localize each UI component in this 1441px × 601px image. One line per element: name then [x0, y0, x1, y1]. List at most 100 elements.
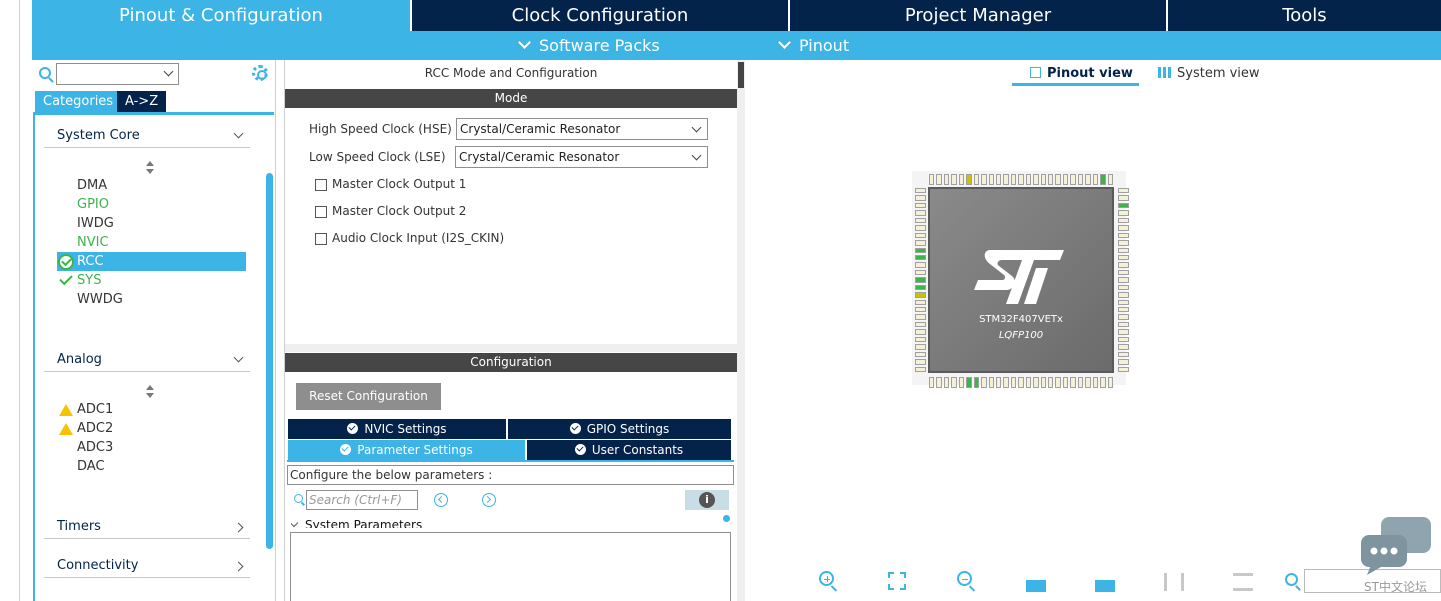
chip-pin[interactable]: [915, 210, 926, 216]
chip-pin[interactable]: [1040, 377, 1047, 388]
chip-pin[interactable]: [958, 377, 965, 388]
chip-pin[interactable]: [915, 351, 926, 358]
tab-system-view[interactable]: System view: [1158, 66, 1260, 86]
chip-pin[interactable]: [1107, 174, 1113, 185]
chip-pin[interactable]: [1118, 292, 1129, 298]
chip-pin[interactable]: [1048, 174, 1054, 185]
chip-pin[interactable]: [966, 377, 972, 388]
reset-configuration-button[interactable]: Reset Configuration: [296, 383, 441, 410]
chat-bubble-icon[interactable]: [1359, 515, 1433, 575]
zoom-in-icon[interactable]: [819, 571, 834, 586]
tab-a-z[interactable]: A->Z: [117, 91, 167, 112]
tab-nvic-settings[interactable]: NVIC Settings: [288, 419, 506, 439]
tab-gpio-settings[interactable]: GPIO Settings: [508, 419, 731, 439]
chip-pin[interactable]: [1118, 225, 1129, 231]
chip-pin[interactable]: [1055, 377, 1061, 388]
rotate-right-icon[interactable]: [1026, 580, 1046, 592]
chip-pin[interactable]: [1118, 262, 1129, 268]
chip-pin[interactable]: [1033, 174, 1039, 185]
sort-icon[interactable]: [145, 385, 155, 399]
group-timers[interactable]: Timers: [44, 517, 250, 539]
chip-pin[interactable]: [915, 284, 926, 291]
chip-pin[interactable]: [1085, 377, 1091, 388]
chip-pin[interactable]: [958, 174, 965, 185]
list-item-adc3[interactable]: ADC3: [77, 438, 113, 457]
list-item-adc2[interactable]: ADC2: [77, 419, 113, 438]
group-analog[interactable]: Analog: [44, 350, 250, 372]
gear-icon[interactable]: [252, 65, 268, 81]
list-item-wwdg[interactable]: WWDG: [77, 290, 123, 309]
chip-pin[interactable]: [1107, 377, 1113, 388]
chip-pin[interactable]: [1118, 217, 1129, 224]
chip-pin[interactable]: [1048, 377, 1054, 388]
chip-pin[interactable]: [915, 344, 926, 350]
chip-pin[interactable]: [915, 277, 926, 283]
chip-pin[interactable]: [1118, 307, 1129, 313]
chip-pin[interactable]: [1118, 210, 1129, 216]
previous-icon[interactable]: [434, 493, 448, 507]
chip-pin[interactable]: [915, 225, 926, 231]
chip-pin[interactable]: [1077, 377, 1084, 388]
chip-pin[interactable]: [1092, 174, 1099, 185]
chip-pin[interactable]: [915, 359, 926, 365]
list-item-sys[interactable]: SYS: [77, 271, 101, 290]
audio-clock-checkbox[interactable]: [315, 233, 327, 245]
chip-pin[interactable]: [973, 174, 980, 185]
chip-pin[interactable]: [943, 174, 950, 185]
chip-pin[interactable]: [915, 195, 926, 201]
chip-pin[interactable]: [988, 174, 994, 185]
chip-pin[interactable]: [936, 174, 942, 185]
sort-icon[interactable]: [145, 161, 155, 175]
tab-parameter-settings[interactable]: Parameter Settings: [288, 440, 525, 460]
chip-pin[interactable]: [995, 377, 1002, 388]
chip-pin[interactable]: [1118, 359, 1129, 365]
category-scrollbar[interactable]: [266, 173, 273, 549]
chip-pin[interactable]: [915, 314, 926, 320]
chip-pin[interactable]: [1003, 377, 1009, 388]
chip-pin[interactable]: [995, 174, 1002, 185]
chip-pin[interactable]: [936, 377, 942, 388]
list-item-dma[interactable]: DMA: [77, 176, 107, 195]
chip-pin[interactable]: [915, 292, 926, 298]
chip-pin[interactable]: [973, 377, 980, 388]
chip-pin[interactable]: [1010, 377, 1017, 388]
chip-pin[interactable]: [943, 377, 950, 388]
chip-pin[interactable]: [1118, 329, 1129, 335]
chip-pin[interactable]: [915, 240, 926, 246]
tab-project-manager[interactable]: Project Manager: [788, 0, 1166, 31]
chip-pin[interactable]: [1118, 247, 1129, 253]
chip-pin[interactable]: [1018, 377, 1024, 388]
chip-pin[interactable]: [1118, 284, 1129, 291]
chip-pin[interactable]: [951, 377, 957, 388]
chip-pin[interactable]: [915, 299, 926, 306]
software-packs-menu[interactable]: Software Packs: [518, 31, 660, 60]
chip-pin[interactable]: [915, 366, 926, 372]
mco1-checkbox[interactable]: [315, 179, 327, 191]
chip-pin[interactable]: [915, 232, 926, 239]
chip-pin[interactable]: [966, 174, 972, 185]
hse-select[interactable]: Crystal/Ceramic Resonator: [456, 118, 708, 140]
list-item-gpio[interactable]: GPIO: [77, 195, 109, 214]
chip-pin[interactable]: [981, 377, 987, 388]
chip-pin[interactable]: [988, 377, 994, 388]
chip-pin[interactable]: [1077, 174, 1084, 185]
chip-pin[interactable]: [1025, 174, 1032, 185]
chip-pin[interactable]: [1092, 377, 1099, 388]
chip-pin[interactable]: [1018, 174, 1024, 185]
chip-pin[interactable]: [1118, 202, 1129, 209]
tab-tools[interactable]: Tools: [1166, 0, 1441, 31]
chip-pin[interactable]: [1055, 174, 1061, 185]
list-item-nvic[interactable]: NVIC: [77, 233, 109, 252]
chip-pin[interactable]: [915, 202, 926, 209]
chip-pin[interactable]: [1003, 174, 1009, 185]
system-parameters-group[interactable]: System Parameters: [291, 516, 422, 528]
group-connectivity[interactable]: Connectivity: [44, 556, 250, 578]
tab-clock-configuration[interactable]: Clock Configuration: [410, 0, 788, 31]
chip-pin[interactable]: [915, 262, 926, 268]
list-item-rcc[interactable]: RCC: [57, 252, 246, 271]
chip-pin[interactable]: [1100, 377, 1106, 388]
chip-pin[interactable]: [1118, 188, 1129, 194]
chip-pin[interactable]: [915, 217, 926, 224]
chip-pin[interactable]: [915, 269, 926, 276]
info-button[interactable]: [685, 490, 729, 510]
